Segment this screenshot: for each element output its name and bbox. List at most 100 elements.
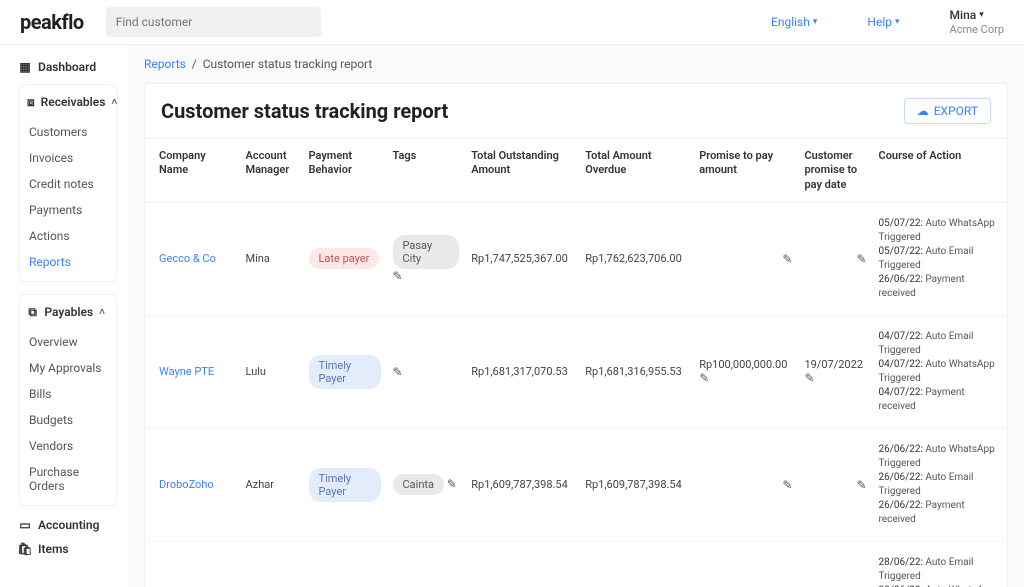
column-header: Account Manager (240, 139, 303, 202)
sidebar-item-credit-notes[interactable]: Credit notes (27, 171, 109, 197)
edit-pencil-icon[interactable]: ✎ (804, 371, 814, 385)
chevron-down-icon: ▾ (895, 17, 900, 27)
payment-behavior-badge: Timely Payer (309, 355, 381, 389)
user-name: Mina (950, 8, 977, 22)
sidebar-label: Receivables (41, 95, 106, 109)
company-link[interactable]: Gecco & Co (159, 252, 216, 265)
total-outstanding: Rp1,609,787,398.54 (465, 428, 579, 541)
course-of-action: 05/07/22: Auto WhatsApp Triggered05/07/2… (873, 202, 1007, 315)
edit-pencil-icon[interactable]: ✎ (393, 269, 403, 283)
total-overdue: Rp1,609,787,398.54 (579, 428, 693, 541)
company-link[interactable]: DroboZoho (159, 478, 214, 491)
edit-pencil-icon[interactable]: ✎ (699, 371, 709, 385)
report-panel: Customer status tracking report ☁ EXPORT… (144, 83, 1008, 587)
user-company: Acme Corp (950, 23, 1004, 36)
sidebar-label: Payables (44, 305, 93, 319)
column-header: Total Outstanding Amount (465, 139, 579, 202)
sidebar-item-accounting[interactable]: ▭ Accounting (18, 518, 118, 532)
cloud-download-icon: ☁ (917, 104, 929, 118)
sidebar-item-bills[interactable]: Bills (27, 381, 109, 407)
outbox-icon: ⧉ (27, 305, 38, 319)
logo: peakflo (20, 10, 84, 34)
main-content: Reports / Customer status tracking repor… (128, 45, 1024, 587)
edit-pencil-icon[interactable]: ✎ (393, 365, 403, 379)
sidebar-label: Dashboard (38, 60, 96, 74)
bag-icon: 🛍 (18, 542, 32, 556)
column-header: Payment Behavior (303, 139, 387, 202)
report-table: Company NameAccount ManagerPayment Behav… (145, 139, 1007, 587)
column-header: Total Amount Overdue (579, 139, 693, 202)
column-header: Promise to pay amount (693, 139, 798, 202)
sidebar-item-vendors[interactable]: Vendors (27, 433, 109, 459)
total-outstanding: Rp1,681,317,070.53 (465, 315, 579, 428)
sidebar-item-budgets[interactable]: Budgets (27, 407, 109, 433)
table-row: Gecco & Co Mina Late payer Pasay City ✎ Rp1,… (145, 202, 1007, 315)
total-outstanding: Rp1,432,800,000.00 (465, 541, 579, 587)
sidebar: ▦ Dashboard ⧈ Receivables ˄ CustomersInv… (0, 45, 128, 587)
promise-date: 19/07/2022 (804, 358, 863, 371)
language-selector[interactable]: English▾ (771, 15, 817, 29)
course-of-action: 26/06/22: Auto WhatsApp Triggered26/06/2… (873, 428, 1007, 541)
total-overdue: Rp1,432,800,000.00 (579, 541, 693, 587)
sidebar-item-payments[interactable]: Payments (27, 197, 109, 223)
table-row: BrickFaisalLate payer✎Rp1,432,800,000.00… (145, 541, 1007, 587)
sidebar-item-dashboard[interactable]: ▦ Dashboard (18, 60, 118, 74)
breadcrumb-current: Customer status tracking report (203, 57, 373, 71)
user-menu[interactable]: Mina▾ Acme Corp (950, 8, 1004, 36)
chevron-up-icon: ˄ (99, 307, 105, 318)
sidebar-item-customers[interactable]: Customers (27, 119, 109, 145)
page-title: Customer status tracking report (161, 99, 448, 123)
total-outstanding: Rp1,747,525,367.00 (465, 202, 579, 315)
payment-behavior-badge: Timely Payer (309, 468, 381, 502)
grid-icon: ▦ (18, 60, 32, 74)
sidebar-label: Items (38, 542, 69, 556)
table-row: Wayne PTE LuluTimely Payer ✎ Rp1,681,317,07… (145, 315, 1007, 428)
search-input[interactable] (106, 7, 321, 37)
promise-amount: Rp100,000,000.00 (699, 358, 787, 371)
sidebar-group-payables: ⧉ Payables ˄ OverviewMy ApprovalsBillsBu… (18, 294, 118, 506)
edit-pencil-icon[interactable]: ✎ (782, 252, 792, 266)
sidebar-item-receivables[interactable]: ⧈ Receivables ˄ (27, 95, 109, 109)
column-header: Customer promise to pay date (798, 139, 872, 202)
sidebar-item-my-approvals[interactable]: My Approvals (27, 355, 109, 381)
language-label: English (771, 15, 810, 29)
help-link[interactable]: Help▾ (867, 15, 899, 29)
inbox-icon: ⧈ (27, 95, 35, 109)
sidebar-item-items[interactable]: 🛍 Items (18, 542, 118, 556)
column-header: Company Name (145, 139, 240, 202)
sidebar-item-payables[interactable]: ⧉ Payables ˄ (27, 305, 109, 319)
sidebar-item-invoices[interactable]: Invoices (27, 145, 109, 171)
sidebar-label: Accounting (38, 518, 99, 532)
account-manager: Lulu (240, 315, 303, 428)
account-manager: Azhar (240, 428, 303, 541)
company-link[interactable]: Wayne PTE (159, 365, 214, 378)
tag-badge: Pasay City (393, 235, 460, 269)
breadcrumb: Reports / Customer status tracking repor… (144, 57, 1008, 71)
course-of-action: 28/06/22: Auto Email Triggered28/06/22: … (873, 541, 1007, 587)
topbar: peakflo English▾ Help▾ Mina▾ Acme Corp (0, 0, 1024, 45)
sidebar-item-actions[interactable]: Actions (27, 223, 109, 249)
edit-pencil-icon[interactable]: ✎ (856, 478, 866, 492)
payment-behavior-badge: Late payer (309, 248, 380, 269)
edit-pencil-icon[interactable]: ✎ (856, 252, 866, 266)
sidebar-item-purchase-orders[interactable]: Purchase Orders (27, 459, 109, 499)
sidebar-item-reports[interactable]: Reports (27, 249, 109, 275)
edit-pencil-icon[interactable]: ✎ (447, 477, 457, 491)
account-manager: Mina (240, 202, 303, 315)
export-button[interactable]: ☁ EXPORT (904, 98, 991, 124)
column-header: Tags (387, 139, 466, 202)
chevron-up-icon: ˄ (111, 97, 117, 108)
column-header: Course of Action (873, 139, 1007, 202)
total-overdue: Rp1,762,623,706.00 (579, 202, 693, 315)
edit-pencil-icon[interactable]: ✎ (782, 478, 792, 492)
sidebar-item-overview[interactable]: Overview (27, 329, 109, 355)
breadcrumb-root[interactable]: Reports (144, 57, 186, 71)
tag-badge: Cainta (393, 474, 444, 495)
card-icon: ▭ (18, 518, 32, 532)
table-row: DroboZoho AzharTimely Payer Cainta ✎ Rp1,60… (145, 428, 1007, 541)
chevron-down-icon: ▾ (979, 10, 984, 21)
course-of-action: 04/07/22: Auto Email Triggered04/07/22: … (873, 315, 1007, 428)
account-manager: Faisal (240, 541, 303, 587)
chevron-down-icon: ▾ (813, 17, 818, 27)
sidebar-group-receivables: ⧈ Receivables ˄ CustomersInvoicesCredit … (18, 84, 118, 282)
